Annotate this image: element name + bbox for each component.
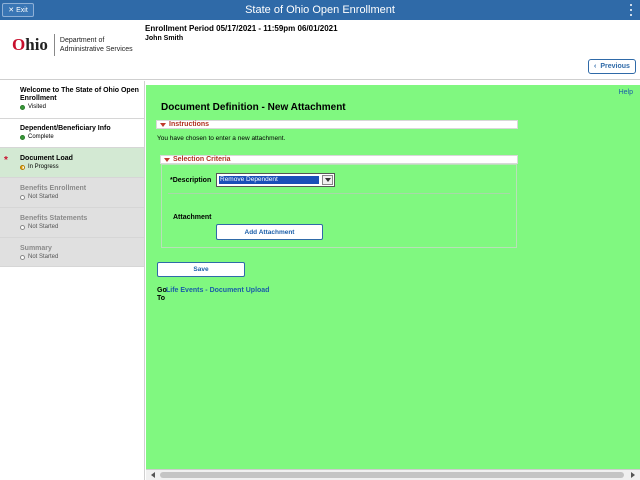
attachment-label: Attachment	[173, 214, 212, 221]
header: Ohio Department of Administrative Servic…	[0, 20, 640, 80]
horizontal-scrollbar[interactable]	[146, 469, 640, 480]
app-title: State of Ohio Open Enrollment	[245, 4, 395, 16]
collapse-triangle-icon	[164, 157, 170, 162]
user-name: John Smith	[145, 35, 184, 42]
description-label: *Description	[170, 177, 212, 184]
collapse-triangle-icon	[160, 122, 166, 127]
visited-status-icon	[20, 104, 25, 110]
add-attachment-button[interactable]: Add Attachment	[216, 224, 323, 240]
step-status: Not Started	[28, 224, 59, 230]
in-progress-status-icon	[20, 164, 25, 170]
save-button[interactable]: Save	[157, 262, 245, 277]
selection-criteria-section-header[interactable]: Selection Criteria	[160, 155, 518, 164]
step-label: Welcome to The State of Ohio Open Enroll…	[20, 87, 139, 102]
instructions-text: You have chosen to enter a new attachmen…	[157, 135, 286, 142]
chevron-down-icon	[322, 175, 333, 185]
sidebar-item-benefits-enrollment[interactable]: Benefits Enrollment Not Started	[0, 178, 144, 208]
step-label: Dependent/Beneficiary Info	[20, 125, 111, 132]
sidebar-item-welcome[interactable]: Welcome to The State of Ohio Open Enroll…	[0, 81, 144, 119]
step-sidebar: Welcome to The State of Ohio Open Enroll…	[0, 81, 145, 480]
instructions-section-header[interactable]: Instructions	[156, 120, 518, 129]
step-label: Benefits Enrollment	[20, 185, 87, 192]
not-started-status-icon	[20, 254, 25, 260]
enrollment-period: Enrollment Period 05/17/2021 - 11:59pm 0…	[145, 24, 338, 33]
step-status: Not Started	[28, 254, 59, 260]
previous-button[interactable]: ‹ Previous	[588, 59, 636, 74]
step-status: Visited	[28, 104, 46, 110]
step-label: Benefits Statements	[20, 215, 88, 222]
criteria-divider	[168, 193, 510, 194]
not-started-status-icon	[20, 194, 25, 200]
scrollbar-thumb[interactable]	[160, 472, 624, 478]
scroll-right-icon[interactable]	[631, 472, 635, 478]
help-link[interactable]: Help	[619, 89, 633, 96]
selection-criteria-title: Selection Criteria	[173, 156, 231, 163]
sidebar-item-dependent-info[interactable]: Dependent/Beneficiary Info Complete	[0, 119, 144, 148]
logo-wordmark: Ohio	[12, 35, 48, 54]
description-select[interactable]: Remove Dependent	[216, 173, 335, 187]
sidebar-item-document-load[interactable]: * Document Load In Progress	[0, 148, 144, 178]
step-label: Summary	[20, 245, 52, 252]
scroll-left-icon[interactable]	[151, 472, 155, 478]
sidebar-item-benefits-statements[interactable]: Benefits Statements Not Started	[0, 208, 144, 238]
complete-status-icon	[20, 134, 25, 140]
logo-department: Department of Administrative Services	[59, 37, 133, 53]
more-menu-icon[interactable]	[628, 3, 634, 17]
selection-criteria-box	[161, 164, 517, 248]
ohio-logo: Ohio Department of Administrative Servic…	[12, 34, 133, 56]
description-selected-value: Remove Dependent	[219, 176, 319, 184]
sidebar-item-summary[interactable]: Summary Not Started	[0, 238, 144, 267]
previous-label: Previous	[600, 63, 630, 70]
step-status: Complete	[28, 134, 54, 140]
step-status: In Progress	[28, 164, 59, 170]
top-banner: ✕ Exit State of Ohio Open Enrollment	[0, 0, 640, 20]
instructions-title: Instructions	[169, 121, 210, 128]
life-events-document-upload-link[interactable]: Life Events - Document Upload	[166, 287, 269, 294]
chevron-left-icon: ‹	[594, 63, 597, 70]
step-label: Document Load	[20, 155, 73, 162]
current-step-star-icon: *	[4, 155, 8, 166]
page-title: Document Definition - New Attachment	[161, 102, 346, 113]
main-content: Help Document Definition - New Attachmen…	[146, 85, 640, 480]
not-started-status-icon	[20, 224, 25, 230]
step-status: Not Started	[28, 194, 59, 200]
